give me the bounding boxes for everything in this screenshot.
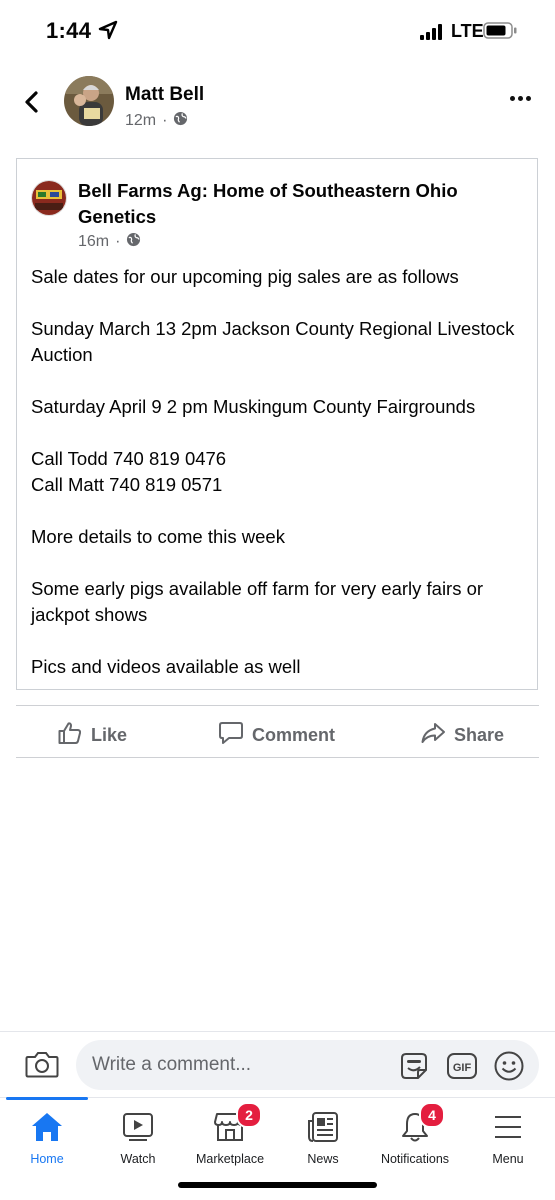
post-paragraph: More details to come this week xyxy=(31,526,285,547)
comment-bar-divider xyxy=(0,1031,555,1032)
post-paragraph: Sale dates for our upcoming pig sales ar… xyxy=(31,266,459,287)
location-arrow-icon xyxy=(98,20,118,45)
nav-item-notifications[interactable]: 4 Notifications xyxy=(365,1102,465,1166)
post-body: Sale dates for our upcoming pig sales ar… xyxy=(31,264,531,706)
public-globe-icon xyxy=(126,232,141,252)
home-indicator xyxy=(178,1182,377,1188)
comment-bubble-icon xyxy=(218,720,244,751)
like-label: Like xyxy=(91,725,128,745)
nav-label-menu: Menu xyxy=(492,1152,524,1166)
comment-button[interactable]: Comment xyxy=(218,720,335,751)
shared-page-name[interactable]: Bell Farms Ag: Home of Southeastern Ohio… xyxy=(78,178,518,230)
camera-button[interactable] xyxy=(25,1049,59,1084)
nav-label-notifications: Notifications xyxy=(380,1152,450,1166)
share-button[interactable]: Share xyxy=(420,720,504,751)
comment-label: Comment xyxy=(252,725,336,745)
nav-active-indicator xyxy=(6,1097,88,1100)
nav-item-home[interactable]: Home xyxy=(0,1108,97,1166)
nav-item-news[interactable]: News xyxy=(273,1108,373,1166)
marketplace-badge: 2 xyxy=(236,1102,262,1128)
hamburger-menu-icon xyxy=(491,1111,525,1146)
post-paragraph: Call Todd 740 819 0476 Call Matt 740 819… xyxy=(31,448,227,495)
like-button[interactable]: Like xyxy=(57,720,127,751)
public-globe-icon xyxy=(173,111,188,131)
carrier-label: LTE xyxy=(451,21,484,41)
nav-label-marketplace: Marketplace xyxy=(195,1152,265,1166)
shared-post-meta: 16m · xyxy=(78,232,141,252)
post-paragraph: Saturday April 9 2 pm Muskingum County F… xyxy=(31,396,476,417)
cell-signal-icon xyxy=(420,24,446,40)
nav-label-news: News xyxy=(307,1152,339,1166)
back-button[interactable] xyxy=(22,90,42,119)
comment-input[interactable] xyxy=(92,1040,382,1090)
nav-item-menu[interactable]: Menu xyxy=(458,1108,555,1166)
post-paragraph: Pics and videos available as well xyxy=(31,656,301,677)
actions-divider xyxy=(16,757,539,758)
meta-separator: · xyxy=(162,112,168,129)
nav-item-marketplace[interactable]: 2 Marketplace xyxy=(180,1102,280,1166)
author-name[interactable]: Matt Bell xyxy=(125,84,204,106)
meta-separator: · xyxy=(115,233,121,250)
nav-item-watch[interactable]: Watch xyxy=(88,1108,188,1166)
thumbs-up-icon xyxy=(57,720,83,751)
post-paragraph: Sunday March 13 2pm Jackson County Regio… xyxy=(31,318,515,365)
news-icon xyxy=(306,1111,340,1146)
shared-post-time: 16m xyxy=(78,233,110,250)
nav-label-watch: Watch xyxy=(120,1152,156,1166)
more-options-button[interactable] xyxy=(510,96,531,101)
author-post-meta: 12m · xyxy=(125,111,188,131)
battery-icon xyxy=(483,22,517,39)
home-icon xyxy=(30,1111,64,1146)
actions-divider xyxy=(16,705,539,706)
author-avatar[interactable] xyxy=(64,76,114,126)
emoji-button[interactable] xyxy=(493,1050,525,1087)
nav-label-home: Home xyxy=(30,1152,64,1166)
author-post-time: 12m xyxy=(125,112,157,129)
notifications-badge: 4 xyxy=(419,1102,445,1128)
gif-button[interactable]: GIF xyxy=(446,1050,478,1087)
sticker-button[interactable] xyxy=(398,1050,430,1087)
status-time: 1:44 xyxy=(46,18,92,43)
watch-icon xyxy=(121,1111,155,1146)
share-arrow-icon xyxy=(420,720,446,751)
gif-label: GIF xyxy=(453,1062,472,1074)
post-paragraph: Some early pigs available off farm for v… xyxy=(31,578,484,625)
page-avatar[interactable] xyxy=(31,180,67,216)
share-label: Share xyxy=(454,725,505,745)
